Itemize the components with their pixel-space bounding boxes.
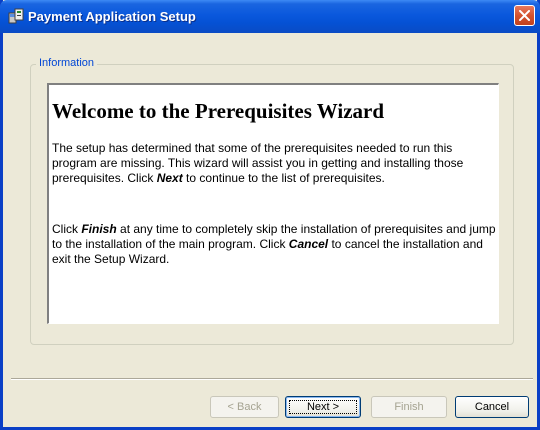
finish-button[interactable]: Finish [371,396,447,418]
next-emphasis: Next [156,171,183,185]
cancel-emphasis: Cancel [288,237,329,251]
close-icon [519,10,530,21]
close-button[interactable] [514,5,535,26]
wizard-heading: Welcome to the Prerequisites Wizard [52,99,385,123]
window-title: Payment Application Setup [28,9,196,24]
back-button[interactable]: < Back [210,396,279,418]
wizard-content-panel: Welcome to the Prerequisites Wizard The … [47,83,499,324]
next-button[interactable]: Next > [285,396,361,418]
cancel-button[interactable]: Cancel [455,396,529,418]
setup-installer-icon [8,8,24,24]
intro-paragraph: The setup has determined that some of th… [52,141,464,185]
next-button-label: Next > [306,401,340,413]
finish-cancel-paragraph: Click Finish at any time to completely s… [52,222,496,266]
title-bar[interactable]: Payment Application Setup [0,0,540,33]
footer-separator [11,378,533,380]
groupbox-label: Information [36,57,98,69]
finish-emphasis: Finish [81,222,117,236]
setup-window: Payment Application Setup Information We… [0,0,540,430]
